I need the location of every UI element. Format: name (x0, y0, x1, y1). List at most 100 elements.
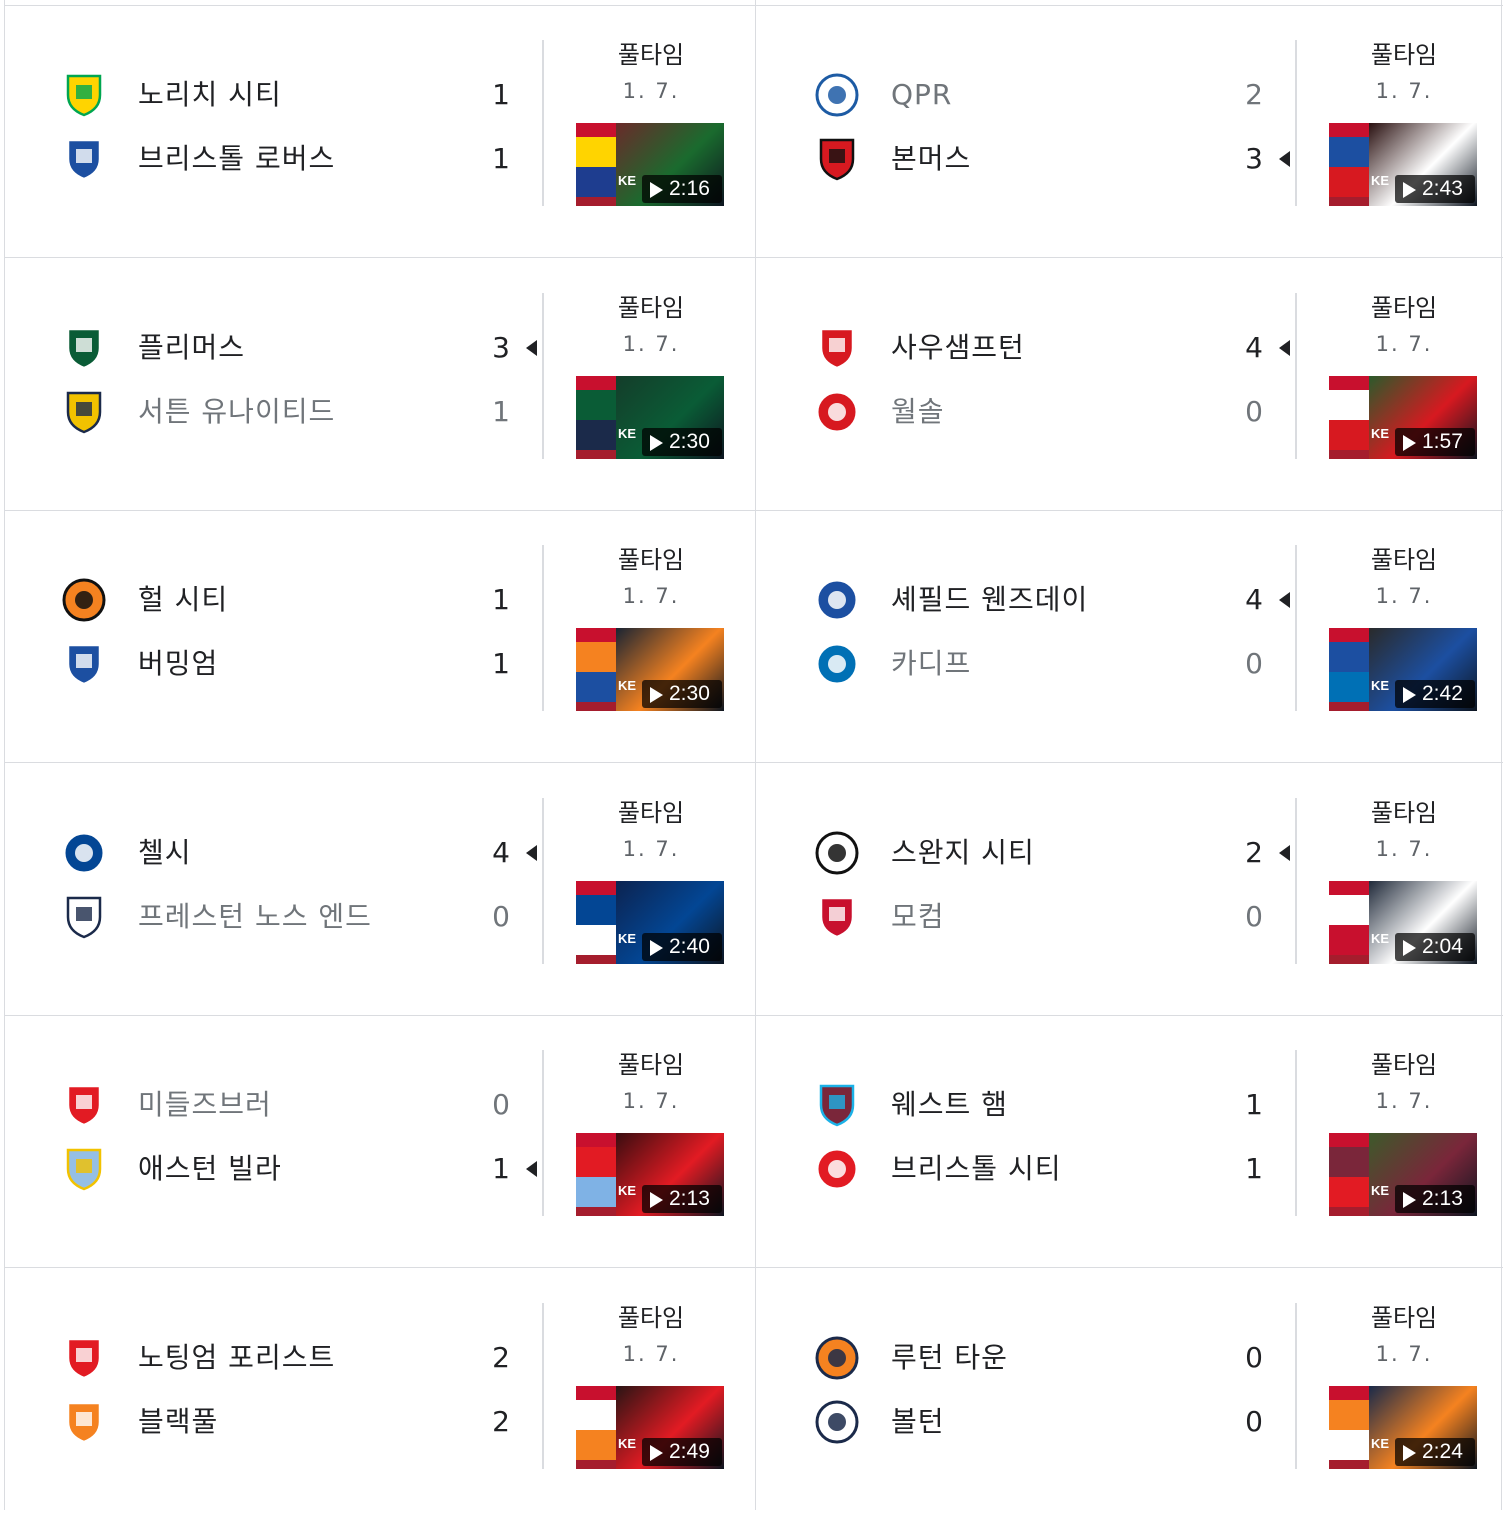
aston-villa-crest-icon (66, 1148, 102, 1191)
video-duration: 2:24 (1422, 1439, 1463, 1463)
chelsea-crest-icon (62, 831, 106, 874)
thumbnail-home-badge (1329, 389, 1369, 420)
card-divider (542, 797, 544, 964)
team-name: 헐 시티 (138, 583, 229, 616)
highlight-video-thumbnail[interactable]: KE 2:24 (1329, 1385, 1477, 1469)
match-date: 1. 7. (622, 79, 680, 103)
video-duration-badge: 2:40 (642, 932, 722, 961)
thumbnail-team-strip (1329, 375, 1369, 459)
team-name: 카디프 (891, 647, 972, 680)
play-icon (1403, 939, 1416, 956)
video-duration-badge: 2:24 (1395, 1437, 1475, 1466)
team-logo (809, 831, 865, 875)
swansea-crest-icon (815, 831, 859, 874)
match-card[interactable]: 노팅엄 포리스트 2 블랙풀 2 풀타임 1. 7. KE 2:49 (6, 1269, 756, 1521)
thumbnail-team-strip (1329, 880, 1369, 964)
thumbnail-cup-badge (576, 375, 616, 390)
team-logo (56, 326, 112, 370)
thumbnail-round-banner (576, 449, 616, 459)
sheffield-wednesday-crest-icon (815, 578, 859, 622)
thumbnail-home-badge (576, 389, 616, 420)
match-card[interactable]: 웨스트 햄 1 브리스톨 시티 1 풀타임 1. 7. KE 2:13 (759, 1016, 1503, 1268)
match-card[interactable]: 첼시 4 프레스턴 노스 엔드 0 풀타임 1. 7. KE 2:40 (6, 764, 756, 1016)
team-row: 브리스톨 시티 1 (759, 1144, 1279, 1194)
match-card[interactable]: 스완지 시티 2 모컴 0 풀타임 1. 7. KE 2:04 (759, 764, 1503, 1016)
thumbnail-channel-mark: KE (1371, 930, 1390, 946)
team-logo (809, 137, 865, 181)
thumbnail-away-badge (1329, 1429, 1369, 1460)
match-card[interactable]: 헐 시티 1 버밍엄 1 풀타임 1. 7. KE 2:30 (6, 511, 756, 763)
match-card[interactable]: 미들즈브러 0 애스턴 빌라 1 풀타임 1. 7. KE 2:13 (6, 1016, 756, 1268)
highlight-video-thumbnail[interactable]: KE 2:30 (576, 375, 724, 459)
match-status: 풀타임 (1370, 1051, 1438, 1079)
highlight-video-thumbnail[interactable]: KE 2:43 (1329, 123, 1477, 206)
team-logo (809, 390, 865, 434)
video-duration: 2:13 (1422, 1187, 1463, 1210)
match-status: 풀타임 (617, 293, 685, 322)
winner-arrow-icon (1279, 151, 1290, 167)
match-status: 풀타임 (1370, 293, 1438, 322)
winner-arrow-icon (526, 844, 537, 861)
highlight-video-thumbnail[interactable]: KE 2:13 (576, 1133, 724, 1216)
team-score: 1 (492, 142, 510, 175)
thumbnail-cup-badge (1329, 880, 1369, 895)
team-score: 4 (1245, 583, 1263, 616)
card-divider (542, 545, 544, 711)
match-date: 1. 7. (622, 1341, 680, 1366)
bolton-crest-icon (815, 1400, 859, 1443)
thumbnail-channel-mark: KE (1371, 1435, 1390, 1451)
thumbnail-team-strip (576, 1133, 616, 1216)
team-row: 볼턴 0 (759, 1397, 1279, 1447)
match-card[interactable]: QPR 2 본머스 3 풀타임 1. 7. KE 2:43 (759, 6, 1503, 258)
video-duration-badge: 2:42 (1395, 680, 1475, 708)
team-logo (809, 642, 865, 686)
team-logo (809, 73, 865, 117)
winner-arrow-icon (526, 1161, 537, 1177)
thumbnail-round-banner (1329, 449, 1369, 459)
video-duration: 2:13 (669, 1187, 710, 1210)
thumbnail-round-banner (1329, 197, 1369, 206)
thumbnail-cup-badge (1329, 628, 1369, 642)
match-card[interactable]: 셰필드 웬즈데이 4 카디프 0 풀타임 1. 7. KE 2:42 (759, 511, 1503, 763)
southampton-crest-icon (819, 327, 855, 369)
match-status: 풀타임 (617, 1303, 685, 1332)
thumbnail-away-badge (1329, 924, 1369, 955)
highlight-video-thumbnail[interactable]: KE 1:57 (1329, 375, 1477, 459)
highlight-video-thumbnail[interactable]: KE 2:30 (576, 628, 724, 711)
play-icon (650, 939, 663, 956)
highlight-video-thumbnail[interactable]: KE 2:42 (1329, 628, 1477, 711)
thumbnail-team-strip (576, 880, 616, 964)
video-duration: 2:43 (1422, 177, 1463, 200)
norwich-crest-icon (66, 74, 102, 117)
match-status: 풀타임 (617, 41, 685, 69)
highlight-video-thumbnail[interactable]: KE 2:49 (576, 1385, 724, 1469)
video-duration: 2:16 (669, 177, 710, 200)
team-row: 서튼 유나이티드 1 (6, 387, 526, 437)
team-score: 1 (492, 1152, 510, 1185)
thumbnail-cup-badge (1329, 1133, 1369, 1147)
thumbnail-away-badge (1329, 672, 1369, 702)
team-row: QPR 2 (759, 70, 1279, 120)
highlight-video-thumbnail[interactable]: KE 2:13 (1329, 1133, 1477, 1216)
match-status: 풀타임 (1370, 41, 1438, 69)
preston-crest-icon (66, 896, 102, 938)
match-card[interactable]: 사우샘프턴 4 월솔 0 풀타임 1. 7. KE 1:57 (759, 259, 1503, 511)
highlight-video-thumbnail[interactable]: KE 2:16 (576, 123, 724, 206)
team-name: 볼턴 (891, 1404, 945, 1438)
team-logo (56, 73, 112, 117)
match-card[interactable]: 플리머스 3 서튼 유나이티드 1 풀타임 1. 7. KE 2:30 (6, 259, 756, 511)
team-name: 블랙풀 (138, 1404, 219, 1438)
thumbnail-round-banner (1329, 1459, 1369, 1469)
highlight-video-thumbnail[interactable]: KE 2:40 (576, 880, 724, 964)
play-icon (650, 687, 663, 703)
team-score: 2 (492, 1404, 510, 1438)
thumbnail-home-badge (1329, 137, 1369, 167)
match-card[interactable]: 루턴 타운 0 볼턴 0 풀타임 1. 7. KE 2:24 (759, 1269, 1503, 1521)
highlight-video-thumbnail[interactable]: KE 2:04 (1329, 880, 1477, 964)
team-name: 플리머스 (138, 330, 246, 364)
hull-city-crest-icon (62, 578, 106, 622)
cardiff-crest-icon (815, 642, 859, 686)
match-status: 풀타임 (1370, 798, 1438, 827)
match-card[interactable]: 노리치 시티 1 브리스톨 로버스 1 풀타임 1. 7. KE 2:16 (6, 6, 756, 258)
team-logo (56, 1400, 112, 1444)
